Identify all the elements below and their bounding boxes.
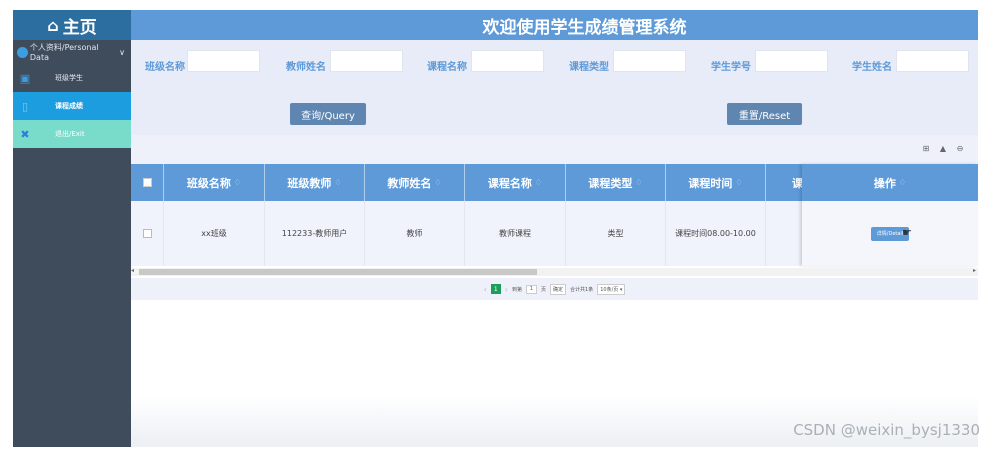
- scroll-right-icon[interactable]: ▸: [973, 267, 976, 274]
- sidebar-item-label: 班级学生: [55, 74, 83, 82]
- tools-icon: ✖: [20, 127, 30, 141]
- watermark: CSDN @weixin_bysj1330: [793, 421, 980, 439]
- table-cell: 类型: [566, 201, 666, 266]
- print-icon[interactable]: ⊖: [955, 144, 965, 154]
- filter-label-student-id: 学生学号: [711, 62, 751, 73]
- column-header[interactable]: 班级名称 ♢: [164, 164, 265, 201]
- page-size-select[interactable]: 10条/页 ▾: [597, 283, 626, 295]
- scroll-left-icon[interactable]: ◂: [131, 267, 134, 274]
- scrollbar-thumb[interactable]: [139, 269, 537, 275]
- teacher-name-input[interactable]: [330, 50, 403, 72]
- filter-label-course-type: 课程类型: [569, 62, 609, 73]
- column-header-label: 操作: [873, 176, 896, 190]
- page-unit-label: 页: [541, 286, 547, 293]
- column-header[interactable]: 课程时间 ♢: [666, 164, 766, 201]
- page-title: 欢迎使用学生成绩管理系统: [131, 10, 978, 40]
- column-header[interactable]: 教师姓名 ♢: [365, 164, 465, 201]
- sidebar-item-class-students[interactable]: ▣ 班级学生: [13, 64, 131, 92]
- class-name-input[interactable]: [187, 50, 260, 72]
- table-cell: 112233-教师用户: [265, 201, 365, 266]
- search-form: 班级名称 教师姓名 课程名称 课程类型 学生学号 学生姓名 查询/Query 重…: [131, 40, 978, 135]
- operation-cell: 详情/Detail ☛: [802, 201, 978, 266]
- goto-label: 到第: [512, 286, 523, 293]
- sort-icon: ♢: [334, 178, 342, 187]
- user-icon: [17, 46, 28, 58]
- detail-button-label: 详情/Detail: [876, 231, 904, 237]
- column-header-label: 班级名称: [186, 176, 231, 190]
- page-size-value: 10条/页: [600, 286, 619, 293]
- table-cell: 教师课程: [465, 201, 566, 266]
- page-number-current[interactable]: 1: [490, 284, 501, 294]
- hand-cursor-icon: ☛: [902, 225, 912, 239]
- sidebar-item-exit[interactable]: ✖ 退出/Exit: [13, 120, 131, 148]
- column-header-label: 教师姓名: [387, 176, 432, 190]
- filter-label-student-name: 学生姓名: [852, 62, 892, 73]
- sidebar-home[interactable]: ⌂ 主页: [13, 10, 131, 40]
- id-card-icon: ▣: [19, 71, 31, 85]
- column-header[interactable]: 课程名称 ♢: [465, 164, 566, 201]
- row-select-cell: [131, 201, 164, 266]
- reset-button[interactable]: 重置/Reset: [727, 103, 802, 125]
- select-all-cell: [131, 164, 164, 201]
- data-table: 班级名称 ♢ 班级教师 ♢ 教师姓名 ♢ 课程名称 ♢ 课程类型 ♢ 课程时间 ♢ 课 xx…: [131, 164, 978, 266]
- sort-icon: ♢: [635, 178, 643, 187]
- sort-icon: ♢: [534, 178, 543, 187]
- select-all-checkbox[interactable]: [142, 178, 152, 187]
- sidebar-item-course-scores[interactable]: ▯ 课程成绩: [13, 92, 131, 120]
- confirm-button[interactable]: 确定: [550, 283, 567, 295]
- horizontal-scrollbar[interactable]: ◂ ▸: [131, 267, 978, 276]
- course-name-input[interactable]: [471, 50, 544, 72]
- sort-icon: ♢: [233, 178, 242, 187]
- row-checkbox[interactable]: [142, 229, 152, 238]
- goto-page-input[interactable]: 1: [526, 284, 538, 294]
- filter-label-class-name: 班级名称: [145, 62, 185, 73]
- document-icon: ▯: [21, 99, 29, 113]
- prev-page-icon[interactable]: ‹: [484, 285, 487, 294]
- next-page-icon[interactable]: ›: [505, 285, 508, 294]
- columns-icon[interactable]: ⊞: [921, 144, 931, 154]
- sidebar-item-label: 课程成绩: [55, 102, 83, 110]
- column-header-label: 课程名称: [487, 176, 532, 190]
- sort-icon: ♢: [898, 178, 907, 187]
- column-header[interactable]: 班级教师 ♢: [265, 164, 365, 201]
- pagination: ‹ 1 › 到第 1 页 确定 合计共1条 10条/页 ▾: [131, 278, 978, 300]
- home-icon: ⌂: [47, 15, 59, 35]
- table-cell: 课程时间08.00-10.00: [666, 201, 766, 266]
- query-button[interactable]: 查询/Query: [290, 103, 366, 125]
- table-cell: xx班级: [164, 201, 265, 266]
- sidebar-item-personal[interactable]: 个人资料/Personal Data ∨: [13, 40, 131, 64]
- sort-icon: ♢: [434, 178, 442, 187]
- sidebar-personal-label: 个人资料/Personal Data: [29, 43, 99, 62]
- filter-label-teacher-name: 教师姓名: [286, 62, 326, 73]
- column-header-label: 课程类型: [588, 176, 633, 190]
- sidebar: ⌂ 主页 个人资料/Personal Data ∨ ▣ 班级学生 ▯ 课程成绩 …: [13, 10, 131, 447]
- app-frame: ⌂ 主页 个人资料/Personal Data ∨ ▣ 班级学生 ▯ 课程成绩 …: [0, 0, 995, 450]
- total-count: 合计共1条: [570, 286, 594, 293]
- sidebar-item-label: 退出/Exit: [55, 130, 85, 138]
- column-header-label: 课程时间: [688, 176, 733, 190]
- student-name-input[interactable]: [896, 50, 969, 72]
- course-type-input[interactable]: [613, 50, 686, 72]
- table-toolbar: ⊞ ▲ ⊖: [131, 135, 978, 164]
- sidebar-home-label: 主页: [62, 17, 97, 38]
- column-header: 操作 ♢: [802, 164, 978, 201]
- chevron-down-icon: ∨: [119, 47, 125, 57]
- filter-label-course-name: 课程名称: [427, 62, 467, 73]
- student-id-input[interactable]: [755, 50, 828, 72]
- sort-icon: ♢: [735, 178, 743, 187]
- export-icon[interactable]: ▲: [938, 144, 948, 154]
- operation-column: 操作 ♢ 详情/Detail ☛: [802, 164, 978, 266]
- detail-button[interactable]: 详情/Detail ☛: [871, 225, 912, 241]
- table-cell: 教师: [365, 201, 465, 266]
- column-header-label: 班级教师: [287, 176, 332, 190]
- main-panel: 欢迎使用学生成绩管理系统 班级名称 教师姓名 课程名称 课程类型 学生学号 学生…: [131, 10, 978, 447]
- column-header[interactable]: 课程类型 ♢: [566, 164, 666, 201]
